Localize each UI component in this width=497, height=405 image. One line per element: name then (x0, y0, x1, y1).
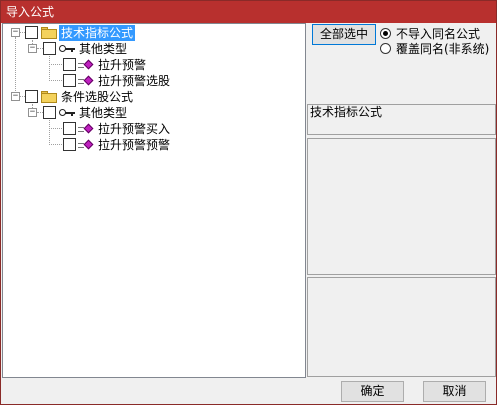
collapse-icon[interactable]: − (28, 44, 37, 53)
checkbox[interactable] (63, 138, 76, 151)
tree-item-label: 拉升预警预警 (98, 138, 171, 152)
folder-icon (41, 27, 57, 39)
key-icon (59, 109, 75, 117)
formula-icon (78, 139, 94, 151)
formula-detail-box (307, 277, 496, 377)
formula-type-box: 技术指标公式 (307, 104, 496, 135)
checkbox[interactable] (63, 122, 76, 135)
checkbox[interactable] (43, 42, 56, 55)
radio-button[interactable] (380, 43, 391, 54)
checkbox[interactable] (25, 90, 38, 103)
radio-overwrite-duplicates[interactable]: 覆盖同名(非系统) (380, 42, 495, 56)
cancel-button[interactable]: 取消 (423, 381, 486, 402)
formula-icon (78, 59, 94, 71)
dialog-title: 导入公式 (1, 1, 496, 23)
select-all-button[interactable]: 全部选中 (312, 24, 376, 45)
radio-label: 不导入同名公式 (396, 27, 481, 41)
formula-description-box (307, 138, 496, 275)
tree-node-other-types[interactable]: − 其他类型 (3, 105, 203, 121)
tree-item-label: 拉升预警选股 (98, 74, 171, 88)
tree-node-other-types[interactable]: − 其他类型 (3, 41, 203, 57)
tree-item-label: 拉升预警 (98, 58, 147, 72)
formula-icon (78, 123, 94, 135)
tree-node-label: 其他类型 (79, 42, 128, 56)
tree-item[interactable]: 拉升预警 (3, 57, 223, 73)
radio-label: 覆盖同名(非系统) (396, 42, 490, 56)
tree-item[interactable]: 拉升预警预警 (3, 137, 223, 153)
folder-icon (41, 91, 57, 103)
tree-item[interactable]: 拉升预警选股 (3, 73, 223, 89)
collapse-icon[interactable]: − (11, 92, 20, 101)
tree-node-label: 技术指标公式 (59, 25, 136, 41)
key-icon (59, 45, 75, 53)
checkbox[interactable] (63, 58, 76, 71)
formula-tree[interactable]: − 技术指标公式 − 其他类型 拉升预警 拉升预警选股 − 条件选股公式 − 其… (2, 23, 306, 378)
tree-node-label: 条件选股公式 (61, 90, 134, 104)
checkbox[interactable] (63, 74, 76, 87)
formula-type-text: 技术指标公式 (310, 105, 383, 119)
radio-button[interactable] (380, 28, 391, 39)
tree-item[interactable]: 拉升预警买入 (3, 121, 223, 137)
tree-item-label: 拉升预警买入 (98, 122, 171, 136)
checkbox[interactable] (25, 26, 38, 39)
ok-button[interactable]: 确定 (341, 381, 404, 402)
checkbox[interactable] (43, 106, 56, 119)
formula-icon (78, 75, 94, 87)
tree-node-label: 其他类型 (79, 106, 128, 120)
collapse-icon[interactable]: − (11, 28, 20, 37)
collapse-icon[interactable]: − (28, 108, 37, 117)
tree-node-technical-formulas[interactable]: − 技术指标公式 (3, 25, 203, 41)
import-formula-dialog: 导入公式 − 技术指标公式 − 其他类型 拉升预警 拉升预警选股 − 条件选股公… (0, 0, 497, 405)
radio-skip-duplicates[interactable]: 不导入同名公式 (380, 27, 495, 41)
tree-node-screening-formulas[interactable]: − 条件选股公式 (3, 89, 203, 105)
